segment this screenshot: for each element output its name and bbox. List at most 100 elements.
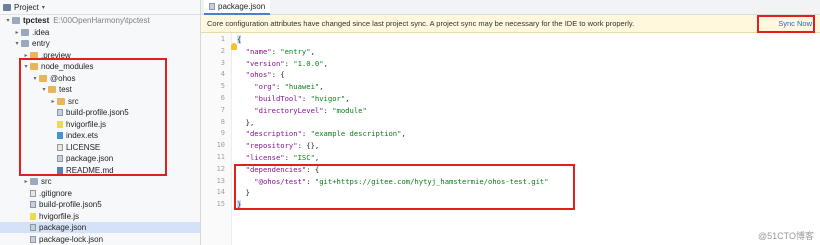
watermark: @51CTO博客 bbox=[758, 231, 814, 241]
banner-text: Core configuration attributes have chang… bbox=[207, 19, 635, 28]
tree-item[interactable]: ▾ entry bbox=[0, 38, 200, 49]
project-panel-header[interactable]: Project ▾ bbox=[0, 0, 200, 15]
code-line[interactable]: }, bbox=[237, 117, 255, 127]
chevron-down-icon[interactable]: ▾ bbox=[42, 4, 45, 11]
json-punctuation: { bbox=[237, 35, 242, 44]
json-punctuation: , bbox=[401, 129, 406, 139]
json-punctuation: : bbox=[284, 153, 294, 162]
line-number: 8 bbox=[220, 117, 225, 126]
code-line[interactable]: "version": "1.0.0", bbox=[237, 59, 328, 68]
tree-item[interactable]: package.json bbox=[0, 222, 200, 233]
line-number: 4 bbox=[220, 70, 225, 79]
line-number: 15 bbox=[216, 200, 225, 209]
code-line[interactable]: "name": "entry", bbox=[237, 47, 315, 56]
line-number: 1 bbox=[220, 35, 225, 43]
folder-icon bbox=[21, 40, 29, 47]
json-file-icon bbox=[209, 3, 215, 10]
tree-item[interactable]: .gitignore bbox=[0, 188, 200, 199]
line-number: 7 bbox=[220, 105, 225, 114]
json-string: "ISC" bbox=[293, 153, 315, 162]
code-line[interactable]: "buildTool": "hvigor", bbox=[237, 94, 350, 103]
line-number-gutter: 1 2 3 4 5 6 7 8 9 10 11 12 13 14 15 bbox=[201, 33, 232, 245]
tree-item[interactable]: ▸ src bbox=[0, 176, 200, 187]
chevron-icon[interactable]: ▸ bbox=[13, 29, 21, 36]
json-punctuation: , bbox=[310, 46, 315, 56]
json-key: "org" bbox=[237, 82, 276, 92]
tree-item-label: entry bbox=[32, 39, 50, 48]
file-icon bbox=[30, 224, 36, 231]
json-punctuation: , bbox=[319, 82, 324, 92]
highlight-sync-now bbox=[757, 15, 815, 33]
tree-item-label: src bbox=[41, 177, 52, 186]
json-key: "repository" bbox=[237, 141, 298, 151]
chevron-icon[interactable]: ▾ bbox=[4, 17, 12, 24]
json-punctuation: : bbox=[323, 105, 333, 115]
code-editor[interactable]: 1 2 3 4 5 6 7 8 9 10 11 12 13 14 15 { "name": "entry",… bbox=[201, 33, 820, 245]
json-key: "license" bbox=[237, 153, 285, 162]
tree-item-label: .gitignore bbox=[39, 188, 72, 198]
json-string: "example description" bbox=[310, 129, 402, 139]
tree-item-label: .idea bbox=[32, 27, 50, 37]
chevron-icon[interactable]: ▾ bbox=[13, 40, 21, 47]
tree-item[interactable]: hvigorfile.js bbox=[0, 211, 200, 222]
line-number: 3 bbox=[220, 58, 225, 67]
line-number: 6 bbox=[220, 94, 225, 102]
tree-item[interactable]: ▾ tpctest E:\00OpenHarmony\tpctest bbox=[0, 15, 200, 26]
tab-label: package.json bbox=[218, 2, 266, 11]
line-number: 13 bbox=[216, 176, 225, 185]
json-punctuation: : {}, bbox=[297, 141, 320, 151]
json-punctuation: }, bbox=[237, 117, 255, 127]
chevron-icon[interactable]: ▸ bbox=[22, 178, 30, 185]
json-key: "description" bbox=[237, 129, 302, 139]
sync-notification-banner: Core configuration attributes have chang… bbox=[201, 15, 820, 33]
folder-icon bbox=[30, 178, 38, 185]
json-punctuation: : bbox=[301, 129, 311, 139]
json-punctuation: : { bbox=[271, 70, 285, 80]
code-line[interactable]: { bbox=[237, 35, 242, 44]
project-icon bbox=[3, 3, 11, 11]
json-punctuation: : bbox=[301, 94, 311, 103]
line-number: 10 bbox=[216, 141, 225, 150]
json-string: "huawei" bbox=[284, 82, 320, 92]
json-punctuation: , bbox=[323, 58, 328, 68]
json-punctuation: : bbox=[284, 58, 294, 68]
code-line[interactable]: "org": "huawei", bbox=[237, 82, 324, 92]
tab-package-json[interactable]: package.json bbox=[204, 0, 271, 15]
tree-item[interactable]: build-profile.json5 bbox=[0, 199, 200, 210]
tree-item-label: package-lock.json bbox=[39, 234, 104, 244]
line-number: 2 bbox=[220, 46, 225, 55]
tree-item-label: tpctest bbox=[23, 16, 50, 25]
json-key: "directoryLevel" bbox=[237, 105, 324, 115]
json-punctuation: : bbox=[275, 82, 285, 92]
project-panel-title: Project bbox=[14, 2, 39, 12]
json-punctuation: , bbox=[345, 94, 350, 103]
json-key: "ohos" bbox=[237, 70, 272, 80]
json-key: "buildTool" bbox=[237, 94, 302, 103]
json-key: "name" bbox=[237, 46, 272, 56]
code-line[interactable]: "ohos": { bbox=[237, 70, 285, 79]
file-icon bbox=[30, 201, 36, 208]
code-line[interactable]: "directoryLevel": "module" bbox=[237, 106, 367, 115]
json-punctuation: : bbox=[271, 46, 281, 56]
file-icon bbox=[30, 235, 36, 243]
json-string: "hvigor" bbox=[310, 94, 346, 103]
code-line[interactable]: "license": "ISC", bbox=[237, 153, 320, 162]
json-string: "1.0.0" bbox=[293, 58, 324, 68]
tree-item[interactable]: ▸ .idea bbox=[0, 27, 200, 38]
tree-item-label: hvigorfile.js bbox=[39, 211, 80, 221]
tree-item-label: build-profile.json5 bbox=[39, 200, 102, 209]
json-string: "entry" bbox=[280, 46, 311, 56]
tree-item[interactable]: package-lock.json bbox=[0, 234, 200, 245]
project-path: E:\00OpenHarmony\tpctest bbox=[53, 16, 150, 25]
line-number: 5 bbox=[220, 82, 225, 91]
line-number: 11 bbox=[216, 153, 225, 161]
tree-item-label: package.json bbox=[39, 223, 87, 232]
editor-tab-bar: package.json bbox=[201, 0, 820, 15]
folder-icon bbox=[21, 28, 29, 36]
json-string: "module" bbox=[332, 105, 367, 115]
line-number: 9 bbox=[220, 129, 225, 138]
code-line[interactable]: "description": "example description", bbox=[237, 129, 406, 138]
line-number: 12 bbox=[216, 164, 225, 173]
highlight-node-modules bbox=[19, 58, 167, 176]
code-line[interactable]: "repository": {}, bbox=[237, 141, 320, 151]
